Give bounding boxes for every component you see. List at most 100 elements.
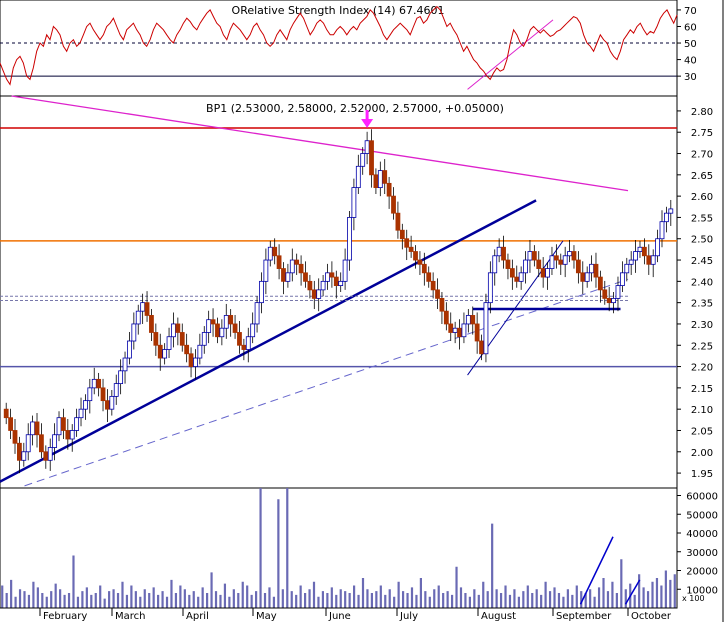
price-bar-body: [373, 174, 379, 189]
price-bar-body: [171, 323, 176, 338]
price-bar-body: [637, 246, 643, 252]
price-bar-body: [87, 387, 93, 402]
price-bar-body: [338, 280, 344, 287]
price-bar-body: [254, 302, 260, 325]
rsi-tick-label: 60: [684, 22, 697, 33]
price-tick-label: 1.95: [691, 469, 713, 480]
price-bar-body: [611, 297, 616, 304]
price-bar-body: [34, 421, 40, 436]
price-bar-body: [96, 378, 102, 389]
price-bar-body: [518, 272, 524, 282]
price-bar-body: [127, 340, 132, 359]
price-bar-body: [69, 430, 75, 440]
price-bar-body: [281, 268, 286, 282]
price-bar-body: [74, 417, 80, 431]
price-tick-label: 2.10: [691, 405, 713, 416]
price-bar-body: [118, 370, 124, 385]
price-bar-body: [509, 268, 515, 278]
price-bar-body: [514, 276, 520, 282]
month-label: September: [556, 611, 612, 622]
chart: ORelative Strength Index (14) 67.4601 70…: [0, 0, 724, 622]
price-tick-label: 2.50: [691, 235, 713, 246]
month-label: April: [186, 611, 209, 622]
price-bar-body: [443, 310, 449, 325]
month-label: February: [43, 611, 87, 622]
rsi-title: ORelative Strength Index (14) 67.4601: [232, 4, 445, 17]
rsi-tick-label: 50: [684, 39, 697, 50]
price-bar-body: [360, 153, 366, 167]
price-bar-body: [421, 263, 427, 274]
price-bar-body: [417, 259, 423, 265]
price-bar-body: [342, 259, 348, 282]
price-bar-body: [369, 140, 374, 176]
price-bar-body: [650, 255, 656, 265]
price-bar-body: [624, 263, 630, 274]
volume-tick-label: 30000: [686, 548, 718, 559]
rsi-tick-label: 40: [684, 56, 697, 67]
price-bar-body: [333, 276, 339, 287]
price-bar-body: [501, 246, 506, 261]
price-bar-body: [567, 251, 572, 257]
price-bar-body: [206, 319, 212, 333]
price-bar-body: [215, 323, 220, 338]
price-bar-body: [584, 272, 590, 282]
price-bar-body: [166, 336, 172, 350]
price-bar-body: [193, 357, 198, 367]
price-bar-body: [91, 378, 97, 389]
rsi-tick-label: 70: [684, 6, 697, 17]
price-bar-body: [487, 272, 493, 304]
price-bar-body: [52, 434, 58, 448]
price-bar-body: [329, 272, 335, 278]
price-bar-body: [259, 280, 264, 304]
price-bar-body: [21, 451, 27, 461]
price-bar-body: [245, 336, 251, 350]
price-bar-body: [131, 323, 137, 342]
price-bar-body: [228, 315, 234, 325]
price-bar-body: [303, 272, 308, 282]
price-bar-body: [646, 255, 652, 265]
price-bar-body: [523, 259, 528, 274]
price-bar-body: [311, 289, 317, 299]
price-tick-label: 2.05: [691, 426, 713, 437]
price-bar-body: [448, 323, 454, 333]
price-bar-body: [294, 259, 300, 265]
price-bar-body: [109, 395, 115, 410]
price-tick-label: 2.45: [691, 256, 713, 267]
price-bar-body: [426, 272, 432, 282]
price-bar-body: [545, 268, 550, 278]
price-bar-body: [408, 246, 414, 252]
price-bar-body: [553, 255, 559, 261]
price-bar-body: [461, 323, 467, 338]
price-bar-body: [457, 327, 462, 338]
price-bar-body: [210, 319, 216, 325]
price-bar-body: [30, 421, 36, 436]
price-bar-body: [435, 289, 440, 299]
price-bar-body: [364, 140, 370, 154]
price-bar-body: [162, 349, 168, 359]
price-bar-body: [263, 259, 269, 282]
price-bar-body: [399, 229, 405, 240]
price-bar-body: [593, 263, 599, 278]
price-bar-body: [430, 280, 436, 291]
price-bar-body: [78, 408, 84, 419]
price-bar-body: [589, 263, 594, 274]
price-bar-body: [25, 434, 31, 453]
price-bar-body: [320, 280, 326, 291]
price-bar-body: [377, 170, 383, 189]
price-bar-body: [347, 217, 352, 261]
price-bar-body: [175, 323, 181, 333]
month-label: June: [328, 611, 351, 622]
price-bar-body: [404, 238, 410, 248]
price-bar-body: [188, 353, 194, 367]
price-bar-body: [43, 451, 49, 461]
price-tick-label: 2.40: [691, 277, 713, 288]
month-label: July: [399, 611, 418, 622]
price-bar-body: [17, 442, 22, 461]
price-bar-body: [219, 327, 225, 338]
price-bar-body: [197, 344, 203, 359]
price-bar-body: [470, 315, 476, 325]
price-tick-label: 2.55: [691, 213, 713, 224]
price-bar-body: [285, 272, 291, 282]
price-bar-body: [663, 212, 669, 223]
price-bar-body: [619, 272, 625, 287]
